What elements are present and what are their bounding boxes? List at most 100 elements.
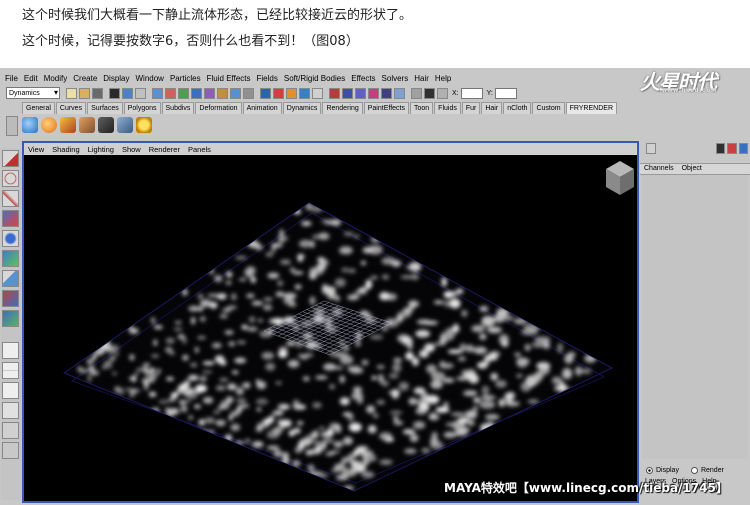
shelf-tab-hair[interactable]: Hair [481, 102, 503, 114]
shelf-menu-icon[interactable] [6, 116, 18, 136]
channel-box-toggle-icon[interactable] [646, 143, 656, 154]
panel-menu-renderer[interactable]: Renderer [145, 145, 184, 154]
fry-environment-icon[interactable] [117, 117, 133, 133]
tool-settings-icon[interactable] [727, 143, 737, 154]
shelf-tab-dynamics[interactable]: Dynamics [282, 102, 322, 114]
menu-window[interactable]: Window [133, 74, 167, 83]
render-layout-icon[interactable] [2, 442, 19, 459]
select-object-icon[interactable] [122, 87, 133, 99]
shelf-tab-rendering[interactable]: Rendering [322, 102, 363, 114]
menu-help[interactable]: Help [432, 74, 454, 83]
shelf-tab-general[interactable]: General [22, 102, 55, 114]
single-perspective-layout-icon[interactable] [2, 342, 19, 359]
shelf-tab-fur[interactable]: Fur [461, 102, 481, 114]
menu-soft-rigid-bodies[interactable]: Soft/Rigid Bodies [281, 74, 348, 83]
y-field[interactable] [494, 87, 517, 99]
menu-set-dropdown[interactable]: Dynamics [6, 87, 60, 99]
mask-misc-icon[interactable] [243, 87, 254, 99]
shelf-tab-surfaces[interactable]: Surfaces [87, 102, 123, 114]
panel-menu-lighting[interactable]: Lighting [84, 145, 118, 154]
paint-select-tool-icon[interactable] [2, 190, 19, 207]
render-layer-radio[interactable] [690, 466, 698, 474]
select-tool-icon[interactable] [2, 150, 19, 167]
render-view-icon[interactable] [424, 87, 435, 99]
fry-sphere-icon[interactable] [41, 117, 57, 133]
channels-tab[interactable]: Channels [640, 164, 678, 174]
shelf-tab-painteffects[interactable]: PaintEffects [363, 102, 409, 114]
menu-modify[interactable]: Modify [41, 74, 71, 83]
shelf-tab-curves[interactable]: Curves [55, 102, 87, 114]
snap-view-plane-icon[interactable] [299, 87, 310, 99]
move-tool-icon[interactable] [2, 210, 19, 227]
make-live-icon[interactable] [312, 87, 323, 99]
mask-deformations-icon[interactable] [204, 87, 215, 99]
panel-menu-panels[interactable]: Panels [184, 145, 215, 154]
shelf-tab-polygons[interactable]: Polygons [123, 102, 161, 114]
render-current-frame-icon[interactable] [368, 87, 379, 99]
soft-mod-tool-icon[interactable] [2, 290, 19, 307]
menu-fields[interactable]: Fields [254, 74, 281, 83]
shelf-tab-ncloth[interactable]: nCloth [503, 102, 532, 114]
mask-handles-icon[interactable] [152, 87, 163, 99]
menu-effects[interactable]: Effects [348, 74, 378, 83]
lasso-tool-icon[interactable] [2, 170, 19, 187]
fry-material-icon[interactable] [22, 117, 38, 133]
construction-history-icon[interactable] [355, 87, 366, 99]
output-ops-icon[interactable] [342, 87, 353, 99]
panel-menu-shading[interactable]: Shading [48, 145, 84, 154]
save-scene-icon[interactable] [92, 87, 103, 99]
x-field[interactable] [460, 87, 483, 99]
input-ops-icon[interactable] [329, 87, 340, 99]
relative-transform-icon[interactable] [437, 87, 448, 99]
graph-editor-layout-icon[interactable] [2, 402, 19, 419]
menu-hair[interactable]: Hair [411, 74, 432, 83]
menu-particles[interactable]: Particles [167, 74, 204, 83]
panel-menu-show[interactable]: Show [118, 145, 145, 154]
menu-file[interactable]: File [0, 74, 21, 83]
menu-edit[interactable]: Edit [21, 74, 41, 83]
shelf-tab-fryrender[interactable]: FRYRENDER [565, 102, 617, 114]
menu-display[interactable]: Display [100, 74, 132, 83]
view-cube-icon[interactable] [606, 161, 634, 195]
mask-surfaces-icon[interactable] [191, 87, 202, 99]
select-component-icon[interactable] [135, 87, 146, 99]
hypershade-layout-icon[interactable] [2, 422, 19, 439]
scale-tool-icon[interactable] [2, 250, 19, 267]
mask-rendering-icon[interactable] [230, 87, 241, 99]
shelf-tab-custom[interactable]: Custom [532, 102, 565, 114]
shelf-tab-fluids[interactable]: Fluids [434, 102, 461, 114]
display-layer-radio[interactable] [646, 466, 653, 474]
channel-box-icon[interactable] [738, 143, 748, 154]
rotate-tool-icon[interactable] [2, 230, 19, 247]
render-settings-icon[interactable] [394, 87, 405, 99]
selection-input-icon[interactable] [411, 87, 422, 99]
snap-grid-icon[interactable] [260, 87, 271, 99]
fry-sun-icon[interactable] [136, 117, 152, 133]
shelf-tab-toon[interactable]: Toon [409, 102, 434, 114]
shelf-tab-subdivs[interactable]: Subdivs [161, 102, 195, 114]
attribute-editor-icon[interactable] [715, 143, 725, 154]
fry-camera-icon[interactable] [98, 117, 114, 133]
perspective-panel[interactable]: View Shading Lighting Show Renderer Pane… [22, 141, 639, 503]
menu-fluid-effects[interactable]: Fluid Effects [204, 74, 254, 83]
show-manipulator-icon[interactable] [2, 310, 19, 327]
select-hierarchy-icon[interactable] [109, 87, 120, 99]
outliner-layout-icon[interactable] [2, 382, 19, 399]
shelf-tab-animation[interactable]: Animation [242, 102, 282, 114]
open-scene-icon[interactable] [79, 87, 90, 99]
manipulator-tool-icon[interactable] [2, 270, 19, 287]
ipr-render-icon[interactable] [381, 87, 392, 99]
snap-point-icon[interactable] [286, 87, 297, 99]
mask-curves-icon[interactable] [178, 87, 189, 99]
menu-solvers[interactable]: Solvers [379, 74, 412, 83]
shelf-tab-deformation[interactable]: Deformation [195, 102, 242, 114]
object-tab[interactable]: Object [678, 164, 706, 174]
four-view-layout-icon[interactable] [2, 362, 19, 379]
fry-settings-icon[interactable] [79, 117, 95, 133]
mask-dynamics-icon[interactable] [217, 87, 228, 99]
mask-joints-icon[interactable] [165, 87, 176, 99]
new-scene-icon[interactable] [66, 87, 77, 99]
snap-curve-icon[interactable] [273, 87, 284, 99]
viewport[interactable] [24, 155, 637, 501]
fry-render-icon[interactable] [60, 117, 76, 133]
